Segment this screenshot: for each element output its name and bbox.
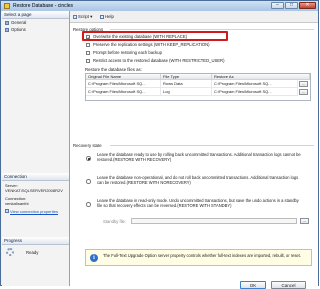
- standby-file-input[interactable]: [131, 218, 297, 224]
- info-icon: i: [90, 254, 98, 262]
- minimize-button[interactable]: –: [271, 2, 284, 9]
- recovery-state-label: Recovery state: [73, 143, 102, 148]
- restore-as-cell[interactable]: C:\Program Files\Microsoft SQ...: [212, 80, 298, 88]
- connection-value: venkat\santhi: [5, 201, 29, 206]
- close-button[interactable]: ✕: [299, 2, 316, 9]
- progress-status: Ready: [26, 250, 39, 255]
- select-page-header: Select a page: [2, 11, 69, 19]
- connection-section: Connection Server: VENKAT\SQLSERVER2008R…: [2, 173, 69, 214]
- restore-database-window: Restore Database - cincles – □ ✕ Select …: [0, 0, 319, 289]
- standby-radio[interactable]: [86, 202, 91, 207]
- help-icon: [100, 14, 104, 19]
- prompt-checkbox[interactable]: [86, 51, 90, 55]
- norecovery-option-text: Leave the database non-operational, and …: [97, 175, 299, 186]
- original-file-cell: C:\Program Files\Microsoft SQ...: [86, 88, 161, 96]
- server-value: VENKAT\SQLSERVER2008R2V: [5, 188, 63, 193]
- maximize-button[interactable]: □: [285, 2, 298, 9]
- recovery-radio[interactable]: [86, 156, 91, 161]
- page-icon: [5, 20, 9, 25]
- help-button[interactable]: Help: [100, 14, 114, 19]
- restricted-user-label: Restrict access to the restored database…: [93, 58, 225, 63]
- browse-button[interactable]: ...: [299, 81, 308, 87]
- properties-icon: [5, 209, 9, 213]
- options-content: Restore options Overwrite the existing d…: [70, 22, 318, 289]
- restore-files-label: Restore the database files as:: [85, 67, 142, 72]
- files-grid: Original File Name File Type Restore As …: [85, 73, 311, 101]
- title-bar: Restore Database - cincles – □ ✕: [1, 1, 318, 11]
- file-type-cell: Log: [161, 88, 212, 96]
- separator: [110, 29, 314, 30]
- nav-item-options[interactable]: Options: [2, 26, 69, 33]
- cancel-button[interactable]: Cancel: [271, 281, 306, 289]
- info-note: i The Full-Text Upgrade Option server pr…: [85, 249, 312, 266]
- nav-item-label: Options: [11, 27, 26, 32]
- view-connection-link[interactable]: View connection properties: [2, 209, 69, 214]
- keep-replication-checkbox[interactable]: [86, 43, 90, 47]
- ok-button[interactable]: OK: [240, 281, 266, 289]
- toolbar: Script ▾ Help: [70, 11, 318, 21]
- standby-file-label: Standby file:: [103, 219, 127, 224]
- nav-item-general[interactable]: General: [2, 19, 69, 26]
- script-icon: [73, 14, 77, 19]
- original-file-cell: C:\Program Files\Microsoft SQ...: [86, 80, 161, 88]
- view-connection-label: View connection properties: [10, 209, 58, 214]
- restricted-user-checkbox[interactable]: [86, 59, 90, 63]
- highlight-box: [82, 31, 228, 41]
- database-icon: [4, 3, 10, 9]
- progress-section: Progress Ready: [2, 237, 69, 256]
- separator: [110, 145, 314, 146]
- restore-as-cell[interactable]: C:\Program Files\Microsoft SQ...: [212, 88, 298, 96]
- window-title: Restore Database - cincles: [13, 3, 74, 9]
- connection-header: Connection: [2, 173, 69, 181]
- main-pane: Script ▾ Help Restore options Overwrite …: [70, 11, 318, 289]
- browse-button[interactable]: ...: [299, 89, 308, 95]
- progress-spinner-icon: [6, 248, 14, 256]
- file-type-cell: Rows Data: [161, 80, 212, 88]
- prompt-label: Prompt before restoring each backup: [93, 50, 162, 55]
- norecovery-radio[interactable]: [86, 179, 91, 184]
- left-pane: Select a page General Options Connection…: [2, 11, 70, 286]
- page-icon: [5, 27, 9, 32]
- script-label: Script: [78, 14, 89, 19]
- nav-item-label: General: [11, 20, 27, 25]
- standby-option-text: Leave the database in read-only mode. Un…: [97, 198, 299, 209]
- keep-replication-label: Preserve the replication settings (WITH …: [93, 42, 210, 47]
- standby-browse-button[interactable]: ...: [300, 218, 309, 224]
- script-button[interactable]: Script ▾: [73, 14, 92, 20]
- progress-header: Progress: [2, 237, 69, 245]
- info-text: The Full-Text Upgrade Option server prop…: [103, 253, 301, 258]
- help-label: Help: [105, 14, 114, 19]
- recovery-option-text: Leave the database ready to use by rolli…: [97, 152, 301, 163]
